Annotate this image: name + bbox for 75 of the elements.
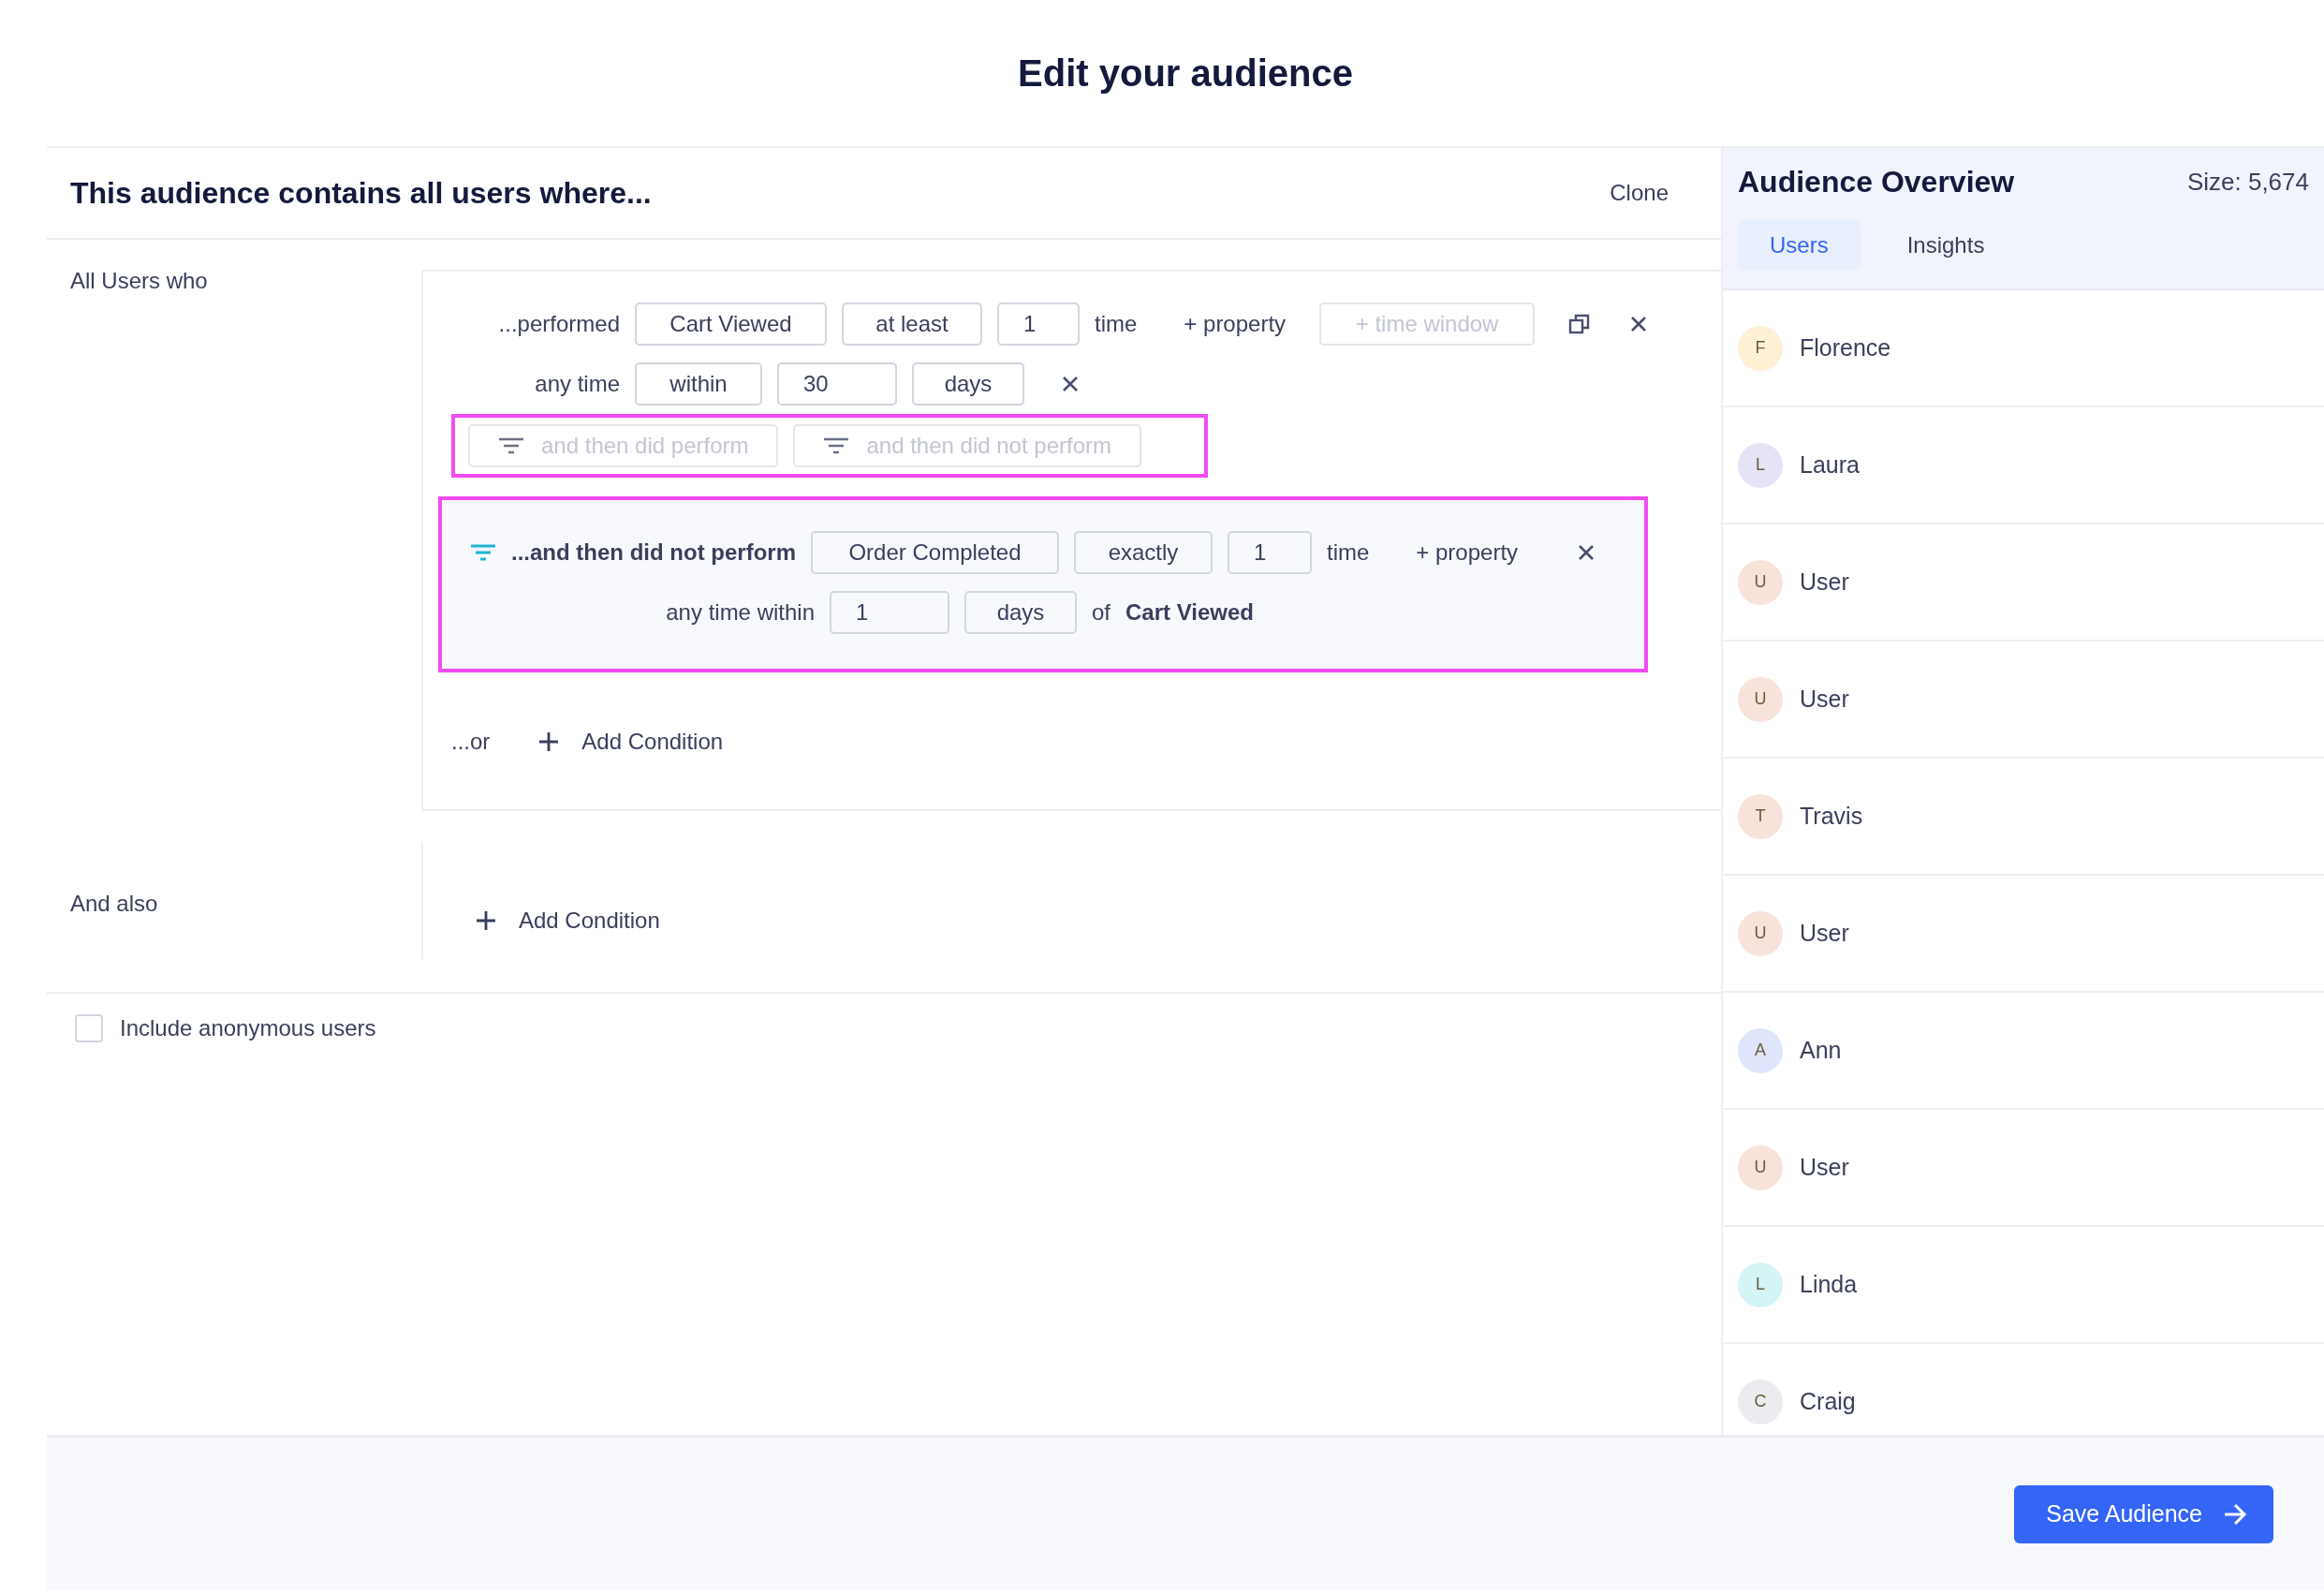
avatar: T — [1738, 793, 1783, 839]
add-property-link[interactable]: + property — [1416, 539, 1519, 566]
group-label: And also — [70, 891, 158, 916]
user-row[interactable]: U User — [1723, 642, 2324, 759]
close-icon[interactable] — [1062, 376, 1079, 392]
user-name: Linda — [1800, 1271, 1858, 1298]
filter-icon — [498, 436, 524, 455]
audience-size: Size: 5,674 — [2186, 168, 2309, 197]
avatar: U — [1738, 559, 1783, 605]
period-select[interactable]: days — [964, 591, 1077, 634]
user-row[interactable]: L Laura — [1723, 407, 2324, 524]
user-name: Travis — [1800, 803, 1863, 830]
user-name: User — [1800, 920, 1849, 947]
tab[interactable]: Users — [1738, 220, 1861, 271]
user-row[interactable]: U User — [1723, 1110, 2324, 1227]
clone-button[interactable]: Clone — [1610, 180, 1669, 206]
count-field[interactable]: 1 — [1228, 531, 1312, 574]
plus-icon — [538, 731, 560, 752]
condition-label: ...performed — [497, 311, 620, 337]
close-icon[interactable] — [1578, 544, 1596, 561]
add-condition-button[interactable]: Add Condition — [476, 907, 660, 934]
group-label: All Users who — [70, 268, 208, 293]
section-heading: This audience contains all users where... — [70, 175, 652, 211]
amount-field[interactable]: 1 — [830, 591, 949, 634]
add-property-link[interactable]: + property — [1184, 311, 1287, 337]
avatar: L — [1738, 442, 1783, 488]
or-label: ...or — [451, 729, 491, 755]
unit-label: time — [1095, 311, 1138, 337]
close-icon[interactable] — [1630, 316, 1648, 332]
avatar: U — [1738, 910, 1783, 956]
reference-event: Cart Viewed — [1125, 599, 1254, 626]
user-name: User — [1800, 686, 1849, 713]
avatar: U — [1738, 676, 1783, 722]
event-select[interactable]: Cart Viewed — [635, 303, 827, 346]
filter-icon — [470, 543, 496, 562]
timing-label: any time within — [665, 599, 815, 626]
user-row[interactable]: L Linda — [1723, 1227, 2324, 1344]
avatar: F — [1738, 325, 1783, 371]
avatar: A — [1738, 1027, 1783, 1073]
avatar: L — [1738, 1262, 1783, 1307]
period-select[interactable]: days — [912, 362, 1024, 406]
user-row[interactable]: F Florence — [1723, 290, 2324, 407]
user-row[interactable]: U User — [1723, 876, 2324, 993]
timing-mode-select[interactable]: within — [635, 362, 762, 406]
duplicate-icon[interactable] — [1568, 313, 1592, 335]
save-audience-button[interactable]: Save Audience — [2014, 1484, 2273, 1543]
user-row[interactable]: A Ann — [1723, 993, 2324, 1110]
panel-title: Audience Overview — [1738, 165, 2015, 199]
timing-label: any time — [534, 371, 620, 397]
condition-label: ...and then did not perform — [511, 539, 796, 566]
user-name: Ann — [1800, 1037, 1842, 1064]
amount-field[interactable]: 30 — [777, 362, 897, 406]
user-name: User — [1800, 568, 1849, 596]
user-row[interactable]: U User — [1723, 524, 2324, 642]
checkbox-label: Include anonymous users — [120, 1015, 376, 1041]
operator-select[interactable]: exactly — [1074, 531, 1213, 574]
user-name: User — [1800, 1154, 1849, 1181]
arrow-right-icon — [2223, 1502, 2247, 1526]
unit-label: time — [1327, 539, 1370, 566]
operator-select[interactable]: at least — [842, 303, 982, 346]
user-name: Craig — [1800, 1388, 1856, 1415]
plus-icon — [476, 909, 496, 931]
user-name: Laura — [1800, 451, 1860, 479]
avatar: C — [1738, 1379, 1783, 1424]
page-title: Edit your audience — [1018, 52, 1353, 95]
event-select[interactable]: Order Completed — [811, 531, 1059, 574]
count-field[interactable]: 1 — [997, 303, 1080, 346]
user-row[interactable]: T Travis — [1723, 759, 2324, 876]
of-label: of — [1092, 599, 1111, 626]
add-condition-button[interactable]: Add Condition — [538, 729, 724, 755]
checkbox[interactable] — [75, 1014, 103, 1042]
filter-icon — [823, 436, 850, 455]
user-name: Florence — [1800, 334, 1891, 362]
avatar: U — [1738, 1144, 1783, 1190]
tab[interactable]: Insights — [1875, 220, 2017, 271]
